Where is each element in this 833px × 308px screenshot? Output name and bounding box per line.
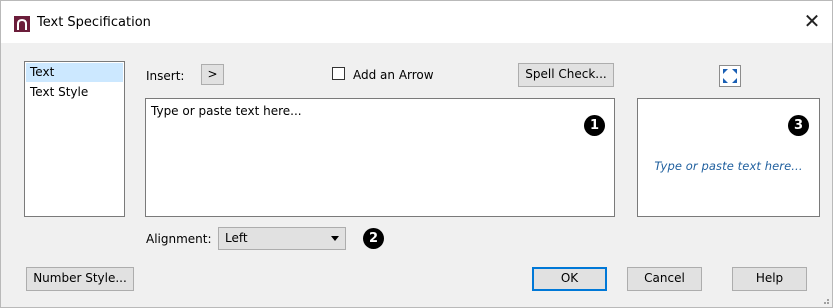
alignment-dropdown[interactable]: Left — [218, 227, 346, 250]
fullscreen-icon[interactable] — [719, 65, 741, 87]
add-arrow-label[interactable]: Add an Arrow — [353, 68, 434, 82]
insert-label: Insert: — [146, 69, 185, 83]
preview-text: Type or paste text here... — [654, 159, 803, 173]
nav-item-text-style[interactable]: Text Style — [26, 83, 88, 102]
ok-button[interactable]: OK — [532, 267, 607, 291]
number-style-button[interactable]: Number Style... — [26, 267, 134, 291]
close-button[interactable]: ✕ — [796, 7, 828, 37]
text-specification-dialog: Text Specification ✕ Text Text Style Ins… — [0, 0, 833, 308]
text-input-area[interactable]: Type or paste text here... 1 — [145, 98, 615, 217]
cancel-button[interactable]: Cancel — [627, 267, 702, 291]
text-input-placeholder: Type or paste text here... — [151, 104, 302, 118]
help-button[interactable]: Help — [732, 267, 807, 291]
app-icon — [14, 16, 30, 32]
spell-check-button[interactable]: Spell Check... — [518, 63, 614, 87]
chevron-down-icon — [331, 236, 339, 241]
callout-3: 3 — [788, 115, 809, 136]
title-bar: Text Specification ✕ — [1, 1, 832, 43]
resize-grip-icon[interactable] — [820, 295, 830, 305]
callout-2: 2 — [363, 228, 384, 249]
close-icon: ✕ — [803, 9, 821, 33]
callout-1: 1 — [584, 115, 605, 136]
insert-button[interactable]: > — [201, 64, 224, 85]
add-arrow-checkbox[interactable] — [332, 67, 345, 80]
text-preview: 3 Type or paste text here... — [637, 98, 820, 217]
category-list: Text Text Style — [24, 61, 125, 217]
alignment-value: Left — [225, 231, 248, 245]
alignment-label: Alignment: — [146, 232, 212, 246]
nav-item-text[interactable]: Text — [26, 63, 123, 82]
window-title: Text Specification — [37, 15, 151, 30]
